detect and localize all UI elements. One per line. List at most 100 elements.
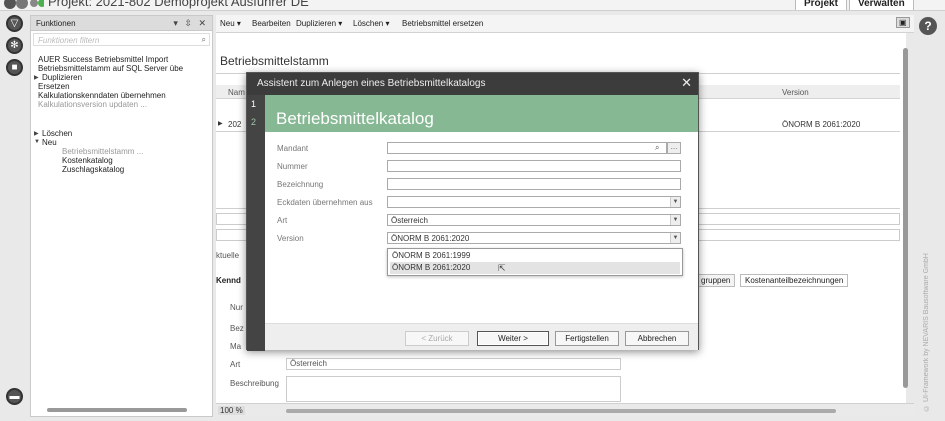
- toolbar-loeschen[interactable]: Löschen ▾: [353, 19, 389, 28]
- dialog-footer: < Zurück Weiter > Fertigstellen Abbreche…: [265, 323, 698, 350]
- art-field[interactable]: Österreich: [286, 358, 621, 370]
- next-button[interactable]: Weiter >: [477, 331, 549, 346]
- tree-item-zuschlagskatalog[interactable]: Zuschlagskatalog: [62, 165, 124, 174]
- dialog-title: Assistent zum Anlegen eines Betriebsmitt…: [257, 78, 486, 89]
- tree-item-kenndaten[interactable]: Kalkulationskenndaten übernehmen: [38, 91, 166, 100]
- back-button[interactable]: < Zurück: [405, 331, 469, 346]
- column-header-version[interactable]: Version: [782, 88, 809, 97]
- version-select[interactable]: ÖNORM B 2061:2020 ▼: [387, 232, 681, 244]
- label-art: Art: [277, 216, 288, 225]
- expand-arrow-icon[interactable]: ▶: [34, 74, 39, 81]
- label-eckdaten: Eckdaten übernehmen aus: [277, 198, 373, 207]
- nummer-input[interactable]: [387, 160, 681, 172]
- toolbar-neu[interactable]: Neu ▾: [220, 19, 241, 28]
- panel-hscroll[interactable]: [37, 407, 205, 413]
- wizard-dialog: Assistent zum Anlegen eines Betriebsmitt…: [246, 72, 699, 351]
- tab-verwalten[interactable]: Verwalten: [849, 0, 914, 10]
- chevron-down-icon[interactable]: ▼: [670, 233, 680, 243]
- zoom-level[interactable]: 100 %: [218, 406, 245, 415]
- tree-item-neu[interactable]: Neu: [42, 138, 57, 147]
- main-vscroll[interactable]: [902, 40, 910, 400]
- tab-gruppen[interactable]: gruppen: [696, 274, 736, 287]
- cancel-button[interactable]: Abbrechen: [625, 331, 689, 346]
- tree-item-duplizieren[interactable]: Duplizieren: [42, 73, 82, 82]
- cursor-icon: ⇱: [498, 263, 506, 273]
- minimize-icon[interactable]: ▬: [6, 388, 23, 405]
- eckdaten-select[interactable]: ▼: [387, 196, 681, 208]
- tree-item-betriebsmittelstamm[interactable]: Betriebsmittelstamm ...: [62, 147, 143, 156]
- wizard-banner: Betriebsmittelkatalog: [265, 95, 698, 132]
- chevron-down-icon[interactable]: ▼: [670, 215, 680, 225]
- version-value: ÖNORM B 2061:2020: [391, 234, 470, 243]
- toolbar-duplizieren[interactable]: Duplizieren ▾: [296, 19, 342, 28]
- tree-item-kostenkatalog[interactable]: Kostenkatalog: [62, 156, 113, 165]
- art-select[interactable]: Österreich ▼: [387, 214, 681, 226]
- banner-title: Betriebsmittelkatalog: [276, 109, 434, 128]
- window-title: Projekt: 2021-802 Demoprojekt Ausführer …: [48, 0, 309, 9]
- toolbar: Neu ▾ Bearbeiten Duplizieren ▾ Löschen ▾…: [216, 15, 914, 33]
- panel-header: Funktionen ▾ ⇳ ✕: [31, 16, 212, 31]
- page-title: Betriebsmittelstamm: [220, 54, 329, 68]
- funnel-icon[interactable]: ▽: [6, 15, 23, 32]
- tree-item-loeschen[interactable]: Löschen: [42, 129, 72, 138]
- expand-icon[interactable]: ▣: [896, 17, 910, 28]
- wizard-steps: 1 2: [247, 95, 265, 351]
- scroll-thumb[interactable]: [47, 408, 187, 412]
- right-strip: ? © UI-Framework by NEVARIS Bausoftware …: [914, 11, 945, 421]
- form-label-nummer: Nur: [230, 303, 243, 312]
- search-icon[interactable]: ⌕: [202, 35, 206, 45]
- finish-button[interactable]: Fertigstellen: [555, 331, 619, 346]
- functions-panel: Funktionen ▾ ⇳ ✕ Funktionen filtern ⌕ ▶ …: [30, 15, 213, 417]
- column-header-name[interactable]: Nam: [228, 88, 245, 97]
- panel-controls[interactable]: ▾ ⇳ ✕: [173, 18, 208, 29]
- chevron-down-icon[interactable]: ▼: [670, 197, 680, 207]
- tree-item-ersetzen[interactable]: Ersetzen: [38, 82, 70, 91]
- gear-icon[interactable]: ✻: [6, 37, 23, 54]
- version-option[interactable]: ÖNORM B 2061:1999: [390, 250, 680, 262]
- step-2: 2: [251, 117, 257, 127]
- scroll-thumb[interactable]: [903, 48, 908, 388]
- label-mandant: Mandant: [277, 144, 309, 153]
- row-version: ÖNORM B 2061:2020: [782, 120, 861, 129]
- expand-arrow-icon[interactable]: ▶: [34, 130, 39, 137]
- left-rail: ▽ ✻ ■ ▬: [0, 11, 28, 421]
- hscroll-thumb[interactable]: [286, 409, 836, 413]
- filter-placeholder: Funktionen filtern: [38, 36, 100, 45]
- tab-kostenanteilbezeichnungen[interactable]: Kostenanteilbezeichnungen: [740, 274, 849, 287]
- tree-item-auer-import[interactable]: AUER Success Betriebsmittel Import: [38, 55, 168, 64]
- collapse-arrow-icon[interactable]: ▼: [34, 139, 40, 145]
- form-label-beschreibung: Beschreibung: [230, 379, 279, 388]
- search-icon[interactable]: ⌕: [655, 143, 659, 153]
- form-label-mandant: Ma: [230, 342, 242, 351]
- form-label-art: Art: [230, 360, 241, 369]
- tree-item-sql-export[interactable]: Betriebsmittelstamm auf SQL Server übe: [38, 64, 183, 73]
- bezeichnung-input[interactable]: [387, 178, 681, 190]
- status-bar: 100 %: [216, 403, 914, 417]
- filter-input[interactable]: Funktionen filtern ⌕: [33, 33, 210, 46]
- art-value: Österreich: [391, 216, 428, 225]
- label-version: Version: [277, 234, 304, 243]
- close-icon[interactable]: ✕: [681, 75, 692, 91]
- row-arrow-icon: ▶: [218, 121, 223, 127]
- toolbar-bearbeiten[interactable]: Bearbeiten: [252, 19, 291, 28]
- tree-item-kalkversion[interactable]: Kalkulationsversion updaten ...: [38, 100, 147, 109]
- browse-button[interactable]: …: [667, 142, 681, 154]
- app-logo: [4, 0, 46, 10]
- stop-icon[interactable]: ■: [6, 59, 23, 76]
- beschreibung-field[interactable]: [286, 376, 621, 402]
- kenndaten-label: Kennd: [216, 276, 241, 285]
- aktuelle-label: ktuelle: [216, 251, 240, 260]
- panel-title: Funktionen: [36, 19, 76, 28]
- form-label-bezeichnung: Bez: [230, 324, 244, 333]
- toolbar-ersetzen[interactable]: Betriebsmittel ersetzen: [402, 19, 483, 28]
- dialog-titlebar: Assistent zum Anlegen eines Betriebsmitt…: [247, 73, 698, 95]
- row-name: 202: [228, 120, 242, 129]
- mandant-input[interactable]: [387, 142, 667, 154]
- version-option-selected[interactable]: ÖNORM B 2061:2020: [390, 262, 680, 274]
- help-icon[interactable]: ?: [919, 17, 937, 35]
- copyright-text: © UI-Framework by NEVARIS Bausoftware Gm…: [923, 253, 930, 411]
- version-dropdown: ÖNORM B 2061:1999 ÖNORM B 2061:2020 ⇱: [387, 248, 683, 276]
- tab-projekt[interactable]: Projekt: [795, 0, 847, 10]
- title-bar: Projekt: 2021-802 Demoprojekt Ausführer …: [0, 0, 945, 11]
- label-nummer: Nummer: [277, 162, 308, 171]
